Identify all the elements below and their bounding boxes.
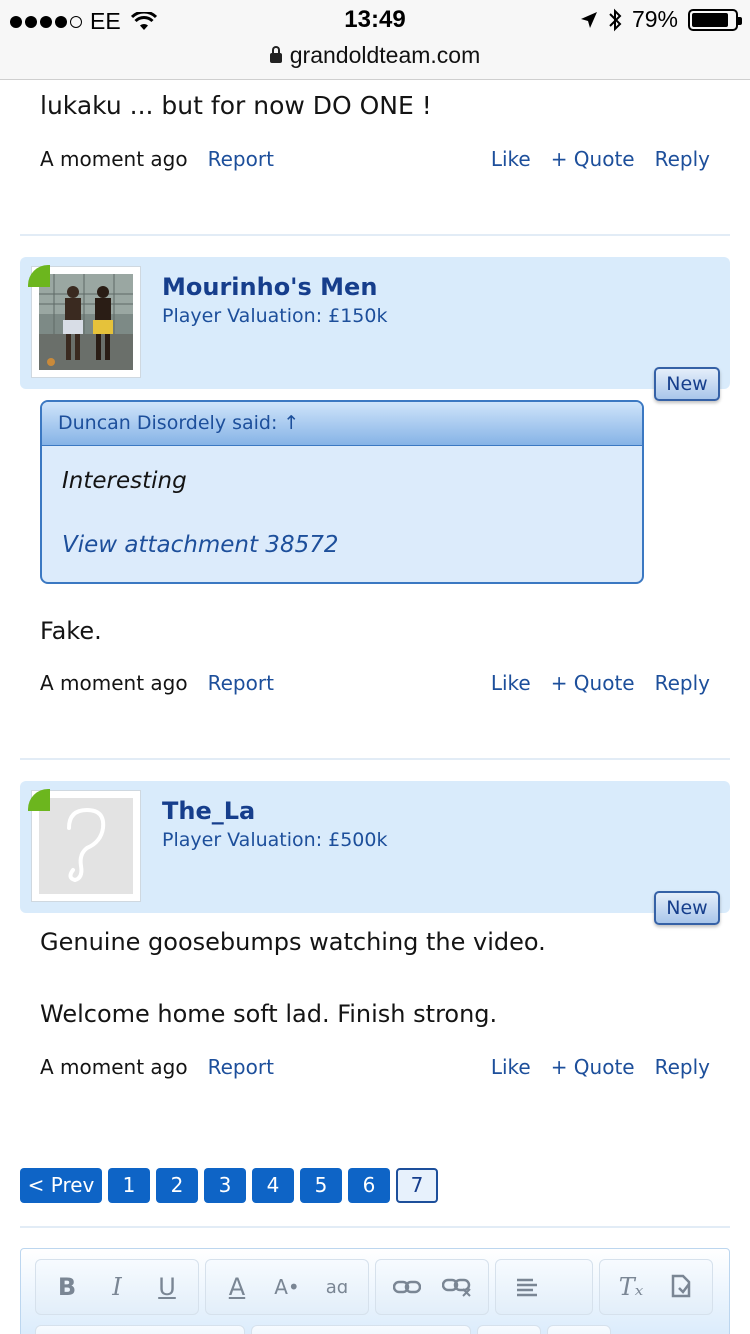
- quote-header[interactable]: Duncan Disordely said: ↑: [42, 402, 642, 446]
- page-button-3[interactable]: 3: [204, 1168, 246, 1203]
- page-button-1[interactable]: 1: [108, 1168, 150, 1203]
- toolbar-group-row2: [35, 1325, 245, 1334]
- location-arrow-icon: [580, 11, 597, 28]
- bold-icon[interactable]: B: [44, 1264, 90, 1310]
- quote-link[interactable]: + Quote: [551, 1055, 635, 1079]
- status-bar: EE 13:49 79%: [0, 0, 750, 40]
- post-body-line: Genuine goosebumps watching the video.: [40, 928, 546, 956]
- player-valuation: Player Valuation: £150k: [162, 305, 388, 327]
- like-link[interactable]: Like: [491, 671, 531, 695]
- report-link[interactable]: Report: [208, 1055, 274, 1079]
- reply-link[interactable]: Reply: [655, 147, 710, 171]
- post-header: The_La Player Valuation: £500k: [20, 781, 730, 913]
- quote-block: Duncan Disordely said: ↑ Interesting Vie…: [40, 400, 644, 584]
- divider: [20, 758, 730, 760]
- like-link[interactable]: Like: [491, 147, 531, 171]
- toolbar-group-row2: [547, 1325, 611, 1334]
- post-meta: A moment ago Report Like + Quote Reply: [40, 671, 710, 695]
- font-color-icon[interactable]: A: [214, 1264, 260, 1310]
- page-button-5[interactable]: 5: [300, 1168, 342, 1203]
- align-icon[interactable]: [504, 1264, 550, 1310]
- page-button-6[interactable]: 6: [348, 1168, 390, 1203]
- avatar-photo: [39, 274, 133, 370]
- pagination: < Prev 1 2 3 4 5 6 7: [20, 1168, 438, 1203]
- font-family-icon[interactable]: aɑ: [314, 1264, 360, 1310]
- underline-icon[interactable]: U: [144, 1264, 190, 1310]
- toolbar-group-row2: [477, 1325, 541, 1334]
- player-valuation: Player Valuation: £500k: [162, 829, 388, 851]
- reply-editor[interactable]: B I U A A• aɑ Tₓ: [20, 1248, 730, 1334]
- page-button-4[interactable]: 4: [252, 1168, 294, 1203]
- editor-toolbar-row2: [35, 1325, 611, 1334]
- report-link[interactable]: Report: [208, 671, 274, 695]
- reply-link[interactable]: Reply: [655, 671, 710, 695]
- lock-icon: [269, 46, 282, 63]
- reply-link[interactable]: Reply: [655, 1055, 710, 1079]
- toolbar-group-link: [375, 1259, 489, 1315]
- remove-format-icon[interactable]: Tₓ: [608, 1264, 654, 1310]
- report-link[interactable]: Report: [208, 147, 274, 171]
- new-badge: New: [654, 891, 720, 925]
- thread-content: lukaku ... but for now DO ONE ! A moment…: [0, 81, 750, 1334]
- toolbar-group-row2: [251, 1325, 471, 1334]
- post-body: Fake.: [40, 617, 102, 645]
- post-time: A moment ago: [40, 147, 188, 171]
- divider: [20, 1226, 730, 1228]
- prev-page-button[interactable]: < Prev: [20, 1168, 102, 1203]
- post-meta: A moment ago Report Like + Quote Reply: [40, 147, 710, 171]
- status-right: 79%: [580, 6, 742, 33]
- username-link[interactable]: The_La: [162, 797, 255, 825]
- page-button-current[interactable]: 7: [396, 1168, 438, 1203]
- attachment-link[interactable]: View attachment 38572: [62, 532, 338, 558]
- post-time: A moment ago: [40, 671, 188, 695]
- quote-text: Interesting: [62, 468, 187, 494]
- post-body-line: Welcome home soft lad. Finish strong.: [40, 1000, 498, 1028]
- url-bar[interactable]: grandoldteam.com: [0, 40, 750, 80]
- post-text: lukaku ... but for now DO ONE !: [40, 91, 432, 120]
- post-header: Mourinho's Men Player Valuation: £150k: [20, 257, 730, 389]
- url-text: grandoldteam.com: [289, 42, 481, 68]
- like-link[interactable]: Like: [491, 1055, 531, 1079]
- editor-toolbar: B I U A A• aɑ Tₓ: [35, 1259, 713, 1315]
- post-meta: A moment ago Report Like + Quote Reply: [40, 1055, 710, 1079]
- bluetooth-icon: [609, 8, 622, 31]
- italic-icon[interactable]: I: [94, 1264, 140, 1310]
- battery-percent: 79%: [631, 6, 678, 32]
- font-size-icon[interactable]: A•: [264, 1264, 310, 1310]
- toolbar-group-misc: Tₓ: [599, 1259, 713, 1315]
- link-icon[interactable]: [384, 1264, 430, 1310]
- post-time: A moment ago: [40, 1055, 188, 1079]
- quote-link[interactable]: + Quote: [551, 147, 635, 171]
- toolbar-group-align: [495, 1259, 593, 1315]
- toolbar-group-font: A A• aɑ: [205, 1259, 369, 1315]
- undo-icon[interactable]: [658, 1264, 704, 1310]
- default-avatar-icon: [39, 798, 133, 894]
- page-button-2[interactable]: 2: [156, 1168, 198, 1203]
- quote-link[interactable]: + Quote: [551, 671, 635, 695]
- username-link[interactable]: Mourinho's Men: [162, 273, 377, 301]
- unlink-icon[interactable]: [434, 1264, 480, 1310]
- toolbar-group-text: B I U: [35, 1259, 199, 1315]
- divider: [20, 234, 730, 236]
- new-badge: New: [654, 367, 720, 401]
- battery-icon: [688, 8, 742, 31]
